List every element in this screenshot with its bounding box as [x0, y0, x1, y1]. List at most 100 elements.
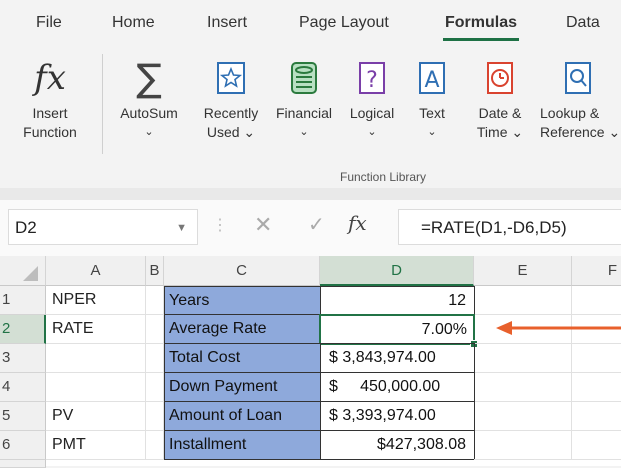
- cell-d4[interactable]: $ 450,000.00: [320, 372, 475, 402]
- cell-e1[interactable]: [474, 286, 572, 315]
- row-header[interactable]: 1: [0, 286, 46, 315]
- cell-a4[interactable]: [46, 373, 146, 402]
- cell-c4[interactable]: Down Payment: [164, 372, 321, 402]
- formula-input[interactable]: =RATE(D1,-D6,D5): [398, 209, 621, 245]
- cell-d2-active[interactable]: 7.00%: [319, 314, 475, 345]
- cell-c5[interactable]: Amount of Loan: [164, 401, 321, 431]
- autosum-button[interactable]: ∑ AutoSum ⌄: [108, 52, 190, 142]
- formula-bar: D2 ▼ ⋮ ✕ ✓ fx =RATE(D1,-D6,D5): [0, 200, 621, 256]
- cell-f3[interactable]: [572, 344, 621, 373]
- cell-b1[interactable]: [146, 286, 164, 315]
- cell-e3[interactable]: [474, 344, 572, 373]
- cell-b6[interactable]: [146, 431, 164, 460]
- annotation-arrow-icon: [496, 321, 621, 335]
- column-header-f[interactable]: F: [572, 256, 621, 286]
- lookup-reference-button[interactable]: Lookup & Reference ⌄: [536, 52, 621, 142]
- row-header[interactable]: 6: [0, 431, 46, 460]
- recently-used-button[interactable]: Recently Used ⌄: [194, 52, 268, 142]
- cell-c6[interactable]: Installment: [164, 430, 321, 460]
- cell-e5[interactable]: [474, 402, 572, 431]
- select-all-corner[interactable]: [0, 256, 46, 286]
- tab-insert[interactable]: Insert: [207, 14, 247, 32]
- logical-button[interactable]: ? Logical ⌄: [340, 52, 404, 142]
- cell-d5[interactable]: $ 3,393,974.00: [320, 401, 475, 431]
- tab-home[interactable]: Home: [112, 14, 155, 32]
- cell-a3[interactable]: [46, 344, 146, 373]
- financial-icon: [268, 52, 340, 104]
- cell-a6[interactable]: PMT: [46, 431, 146, 460]
- cell-f1[interactable]: [572, 286, 621, 315]
- magnifier-icon: [540, 52, 621, 104]
- cell-c2[interactable]: Average Rate: [164, 314, 321, 344]
- insert-function-label-2: Function: [23, 124, 77, 140]
- text-a-icon: A: [410, 52, 454, 104]
- insert-function-button[interactable]: fx Insert Function: [18, 52, 82, 142]
- tab-page-layout[interactable]: Page Layout: [299, 14, 389, 32]
- cell-a2[interactable]: RATE: [46, 315, 146, 344]
- svg-text:A: A: [424, 68, 439, 93]
- insert-function-icon[interactable]: fx: [348, 211, 367, 235]
- function-library-label: Function Library: [340, 170, 427, 184]
- cell-e6[interactable]: [474, 431, 572, 460]
- cancel-icon[interactable]: ✕: [254, 212, 272, 238]
- financial-label: Financial: [275, 105, 333, 121]
- cell-f5[interactable]: [572, 402, 621, 431]
- cell-d1[interactable]: 12: [320, 286, 475, 315]
- row-header[interactable]: 5: [0, 402, 46, 431]
- select-all-icon: [23, 266, 38, 281]
- date-time-label: Date &: [478, 105, 522, 121]
- ribbon-divider: [0, 188, 621, 200]
- column-header-e[interactable]: E: [474, 256, 572, 286]
- ribbon-separator: [102, 54, 103, 154]
- column-header-c[interactable]: C: [164, 256, 320, 286]
- formula-text: =RATE(D1,-D6,D5): [421, 218, 567, 237]
- cell-c3[interactable]: Total Cost: [164, 343, 321, 373]
- chevron-down-icon: ⌄: [299, 126, 309, 138]
- cell-d3[interactable]: $ 3,843,974.00: [320, 343, 475, 373]
- row-header[interactable]: 4: [0, 373, 46, 402]
- cell-a1[interactable]: NPER: [46, 286, 146, 315]
- ribbon-tabs: File Home Insert Page Layout Formulas Da…: [0, 0, 621, 42]
- check-icon[interactable]: ✓: [308, 212, 325, 237]
- text-button[interactable]: A Text ⌄: [410, 52, 454, 142]
- date-time-button[interactable]: Date & Time ⌄: [468, 52, 532, 142]
- function-icon: fx: [34, 57, 66, 98]
- ribbon: fx Insert Function ∑ AutoSum ⌄ Recently …: [0, 42, 621, 197]
- lookup-label-2: Reference ⌄: [540, 124, 621, 140]
- text-label: Text: [419, 105, 445, 121]
- chevron-down-icon[interactable]: ▼: [176, 210, 187, 246]
- recently-used-label: Recently: [203, 105, 259, 121]
- cell-c1[interactable]: Years: [164, 286, 321, 315]
- cell-b3[interactable]: [146, 344, 164, 373]
- name-box[interactable]: D2 ▼: [8, 209, 198, 245]
- cell-e4[interactable]: [474, 373, 572, 402]
- financial-button[interactable]: Financial ⌄: [268, 52, 340, 142]
- column-header-a[interactable]: A: [46, 256, 146, 286]
- drag-handle-icon[interactable]: ⋮: [212, 215, 228, 235]
- tab-formulas[interactable]: Formulas: [442, 14, 520, 41]
- cell-b2[interactable]: [146, 315, 164, 344]
- logical-label: Logical: [349, 105, 395, 121]
- cell-f4[interactable]: [572, 373, 621, 402]
- question-icon: ?: [340, 52, 404, 104]
- chevron-down-icon: ⌄: [144, 126, 154, 138]
- tab-data[interactable]: Data: [566, 14, 600, 32]
- autosum-label: AutoSum: [120, 105, 178, 121]
- cell-a5[interactable]: PV: [46, 402, 146, 431]
- clock-icon: [468, 52, 532, 104]
- cell-b5[interactable]: [146, 402, 164, 431]
- row-header[interactable]: 2: [0, 315, 46, 344]
- row-header[interactable]: [0, 460, 46, 468]
- column-header-b[interactable]: B: [146, 256, 164, 286]
- worksheet-grid: A B C D E F 1 NPER Years 12 2 RATE Avera…: [0, 256, 621, 468]
- chevron-down-icon: ⌄: [367, 126, 377, 138]
- recently-used-label-2: Used ⌄: [206, 124, 256, 140]
- cell-d6[interactable]: $427,308.08: [320, 430, 475, 460]
- star-icon: [194, 52, 268, 104]
- row-header[interactable]: 3: [0, 344, 46, 373]
- column-header-d[interactable]: D: [320, 256, 474, 286]
- svg-text:?: ?: [366, 68, 378, 93]
- cell-f6[interactable]: [572, 431, 621, 460]
- cell-b4[interactable]: [146, 373, 164, 402]
- tab-file[interactable]: File: [36, 14, 62, 32]
